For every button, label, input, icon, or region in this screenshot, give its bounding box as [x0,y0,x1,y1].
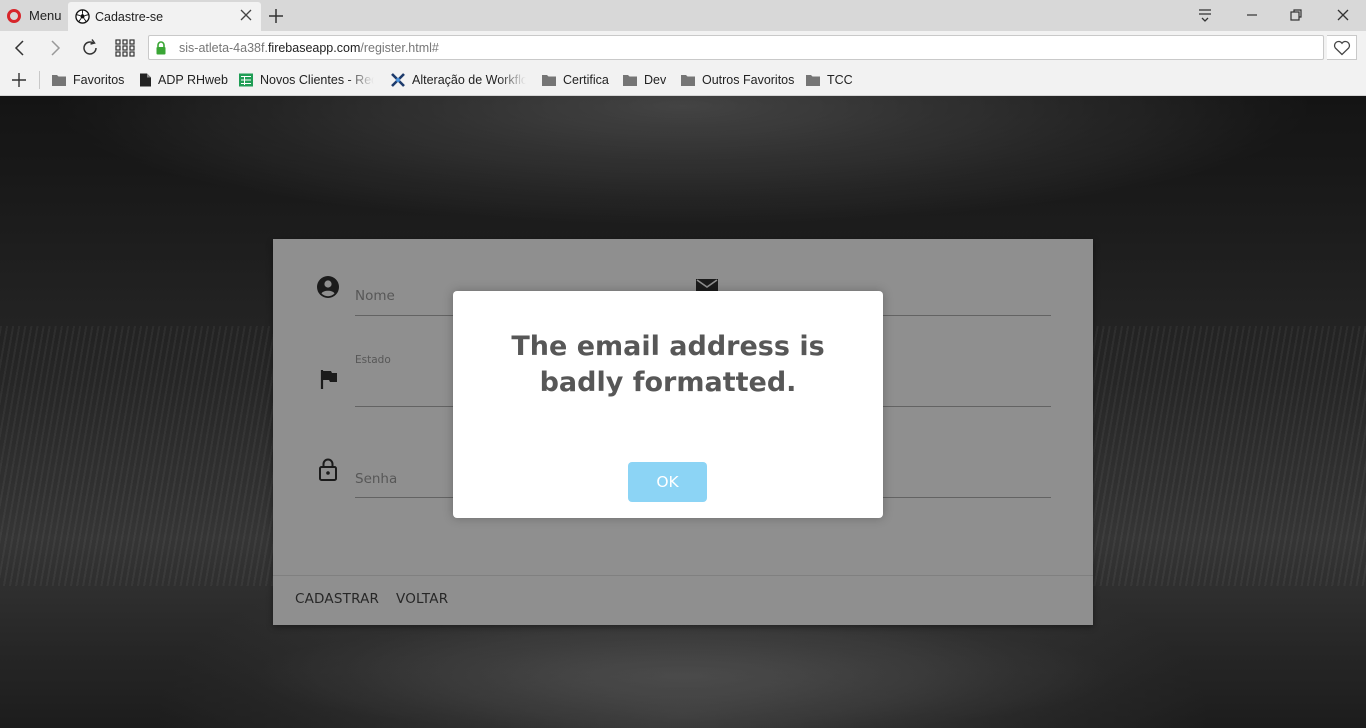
reload-icon[interactable] [79,37,101,59]
minimize-icon[interactable] [1242,5,1262,25]
bookmark-label: ADP RHweb [158,73,228,87]
close-tab-icon[interactable] [239,8,253,22]
ok-button[interactable]: OK [628,462,707,502]
page-viewport: Nome Estado Senha CADASTRAR VOLTAR The e… [0,96,1366,728]
bookmark-outros-favoritos[interactable]: Outros Favoritos [680,64,794,96]
bookmark-alteracao-workflow[interactable]: Alteração de Workflow [390,64,526,96]
bookmark-dev[interactable]: Dev [622,64,666,96]
restore-icon[interactable] [1286,5,1306,25]
add-bookmark-plus-icon[interactable] [11,72,27,88]
speed-dial-grid-icon[interactable] [114,37,136,59]
address-input[interactable]: sis-atleta-4a38f. firebaseapp.com/registe… [148,35,1324,60]
opera-menu-button[interactable]: Menu [0,0,68,31]
tab-title: Cadastre-se [95,9,164,24]
bookmark-label: Alteração de Workflow [412,73,526,87]
url-subdomain: sis-atleta-4a38f. [179,40,268,55]
bookmarks-bar: Favoritos ADP RHweb Novos Clientes - Red… [0,64,1366,96]
bookmark-favoritos[interactable]: Favoritos [51,64,124,96]
document-icon [140,73,151,87]
tab-cadastre-se[interactable]: Cadastre-se [68,2,261,31]
secure-lock-icon [156,40,166,54]
url-path: /register.html# [360,40,439,55]
tab-bar: Menu Cadastre-se [0,0,1366,31]
menu-label: Menu [29,8,62,23]
bookmark-label: Certifica [563,73,609,87]
bookmark-certifica[interactable]: Certifica [541,64,609,96]
folder-icon [806,75,820,86]
dialog-message: The email address is badly formatted. [511,331,825,398]
forward-icon[interactable] [44,37,66,59]
folder-icon [52,75,66,86]
folder-icon [681,75,695,86]
url-domain: firebaseapp.com [267,40,361,55]
folder-icon [623,75,637,86]
bookmark-adp-rhweb[interactable]: ADP RHweb [139,64,228,96]
x-logo-icon [391,73,405,87]
new-tab-plus-icon[interactable] [266,6,286,26]
bookmark-label: Dev [644,73,667,87]
bookmark-label: Novos Clientes - Rede [260,73,374,87]
bookmarks-separator [39,71,40,89]
bookmark-label: Outros Favoritos [702,73,795,87]
heart-icon [1333,40,1350,55]
close-window-icon[interactable] [1333,5,1353,25]
bookmark-heart-button[interactable] [1327,35,1357,60]
bookmark-label: TCC [827,73,853,87]
soccer-ball-icon [75,9,90,24]
tab-menu-icon[interactable] [1195,5,1215,25]
error-dialog: The email address is badly formatted. OK [453,291,883,518]
folder-icon [542,75,556,86]
bookmark-label: Favoritos [73,73,125,87]
bookmark-novos-clientes[interactable]: Novos Clientes - Rede [238,64,374,96]
back-icon[interactable] [9,37,31,59]
opera-logo-icon [7,8,21,23]
spreadsheet-icon [239,73,253,87]
bookmark-tcc[interactable]: TCC [805,64,853,96]
address-bar-row: sis-atleta-4a38f. firebaseapp.com/registe… [0,31,1366,64]
